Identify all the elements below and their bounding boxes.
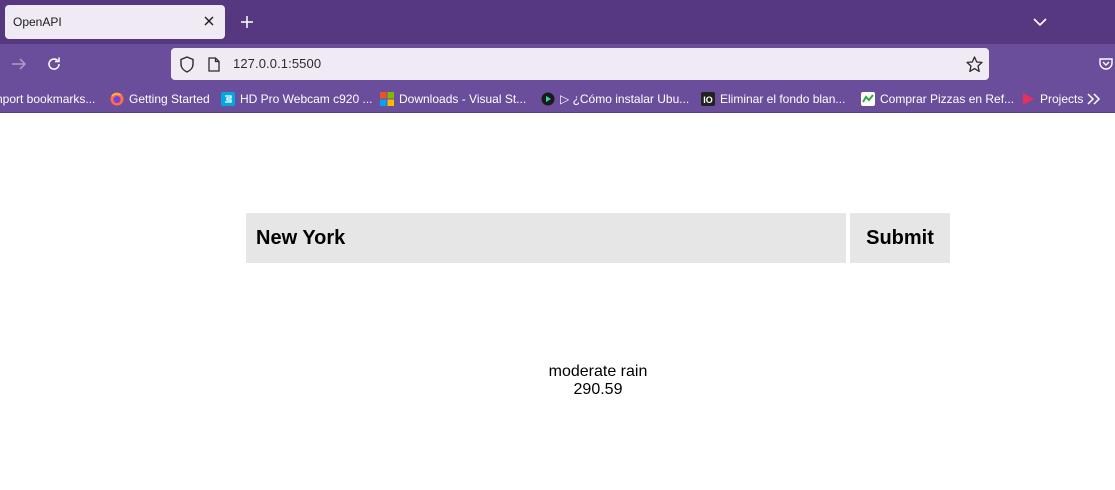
chevron-double-right-icon[interactable] [1086, 91, 1102, 107]
bookmark-label: Downloads - Visual St... [399, 92, 527, 106]
close-icon[interactable] [201, 13, 217, 29]
pocket-icon[interactable] [1096, 54, 1115, 74]
io-icon: IO [701, 92, 715, 106]
forward-arrow-icon[interactable] [8, 53, 30, 75]
bookmark-ubuntu[interactable]: ▷ ¿Cómo instalar Ubu... [541, 90, 689, 108]
bookmark-getting-started[interactable]: Getting Started [110, 90, 210, 108]
svg-text:IO: IO [703, 95, 713, 105]
star-icon[interactable] [965, 55, 983, 73]
chevron-down-icon[interactable] [1029, 11, 1051, 33]
bookmark-import[interactable]: nport bookmarks... [0, 90, 95, 108]
page-content: Submit moderate rain 290.59 [0, 113, 1115, 490]
bookmark-downloads-vs[interactable]: Downloads - Visual St... [380, 90, 526, 108]
weather-result: moderate rain 290.59 [498, 363, 698, 399]
bookmark-label: Getting Started [129, 92, 210, 106]
page-icon[interactable] [206, 55, 222, 73]
weather-description: moderate rain [548, 363, 648, 380]
submit-button[interactable]: Submit [850, 213, 950, 263]
bookmark-pizzas[interactable]: Comprar Pizzas en Ref... [861, 90, 1014, 108]
city-input[interactable] [246, 213, 846, 263]
bookmarks-bar: nport bookmarks... Getting Started HD Pr… [0, 84, 1115, 113]
reload-icon[interactable] [43, 53, 65, 75]
tab-openapi[interactable]: OpenAPI [5, 5, 225, 39]
pizza-site-icon [861, 92, 875, 106]
weather-temperature: 290.59 [573, 381, 623, 398]
webcam-site-icon [221, 92, 235, 106]
bookmark-label: ▷ ¿Cómo instalar Ubu... [560, 92, 690, 106]
tab-strip: OpenAPI [0, 0, 1115, 44]
url-text[interactable]: 127.0.0.1:5500 [233, 56, 321, 71]
bookmark-label: Comprar Pizzas en Ref... [880, 92, 1015, 106]
bookmark-label: nport bookmarks... [0, 92, 96, 106]
navigation-toolbar: 127.0.0.1:5500 [0, 44, 1115, 84]
new-tab-button[interactable] [236, 11, 258, 33]
tab-title: OpenAPI [13, 15, 62, 29]
firefox-icon [110, 92, 124, 106]
bookmark-label: Projects [1040, 92, 1084, 106]
microsoft-icon [380, 92, 394, 106]
bookmark-eliminar-fondo[interactable]: IO Eliminar el fondo blan... [701, 90, 845, 108]
bookmark-label: Eliminar el fondo blan... [720, 92, 846, 106]
shield-icon[interactable] [178, 55, 196, 73]
video-site-icon [541, 92, 555, 106]
address-bar[interactable]: 127.0.0.1:5500 [171, 48, 989, 80]
bookmark-label: HD Pro Webcam c920 ... [240, 92, 373, 106]
bookmark-webcam[interactable]: HD Pro Webcam c920 ... [221, 90, 373, 108]
bookmark-projects[interactable]: Projects [1021, 90, 1083, 108]
projects-icon [1021, 92, 1035, 106]
